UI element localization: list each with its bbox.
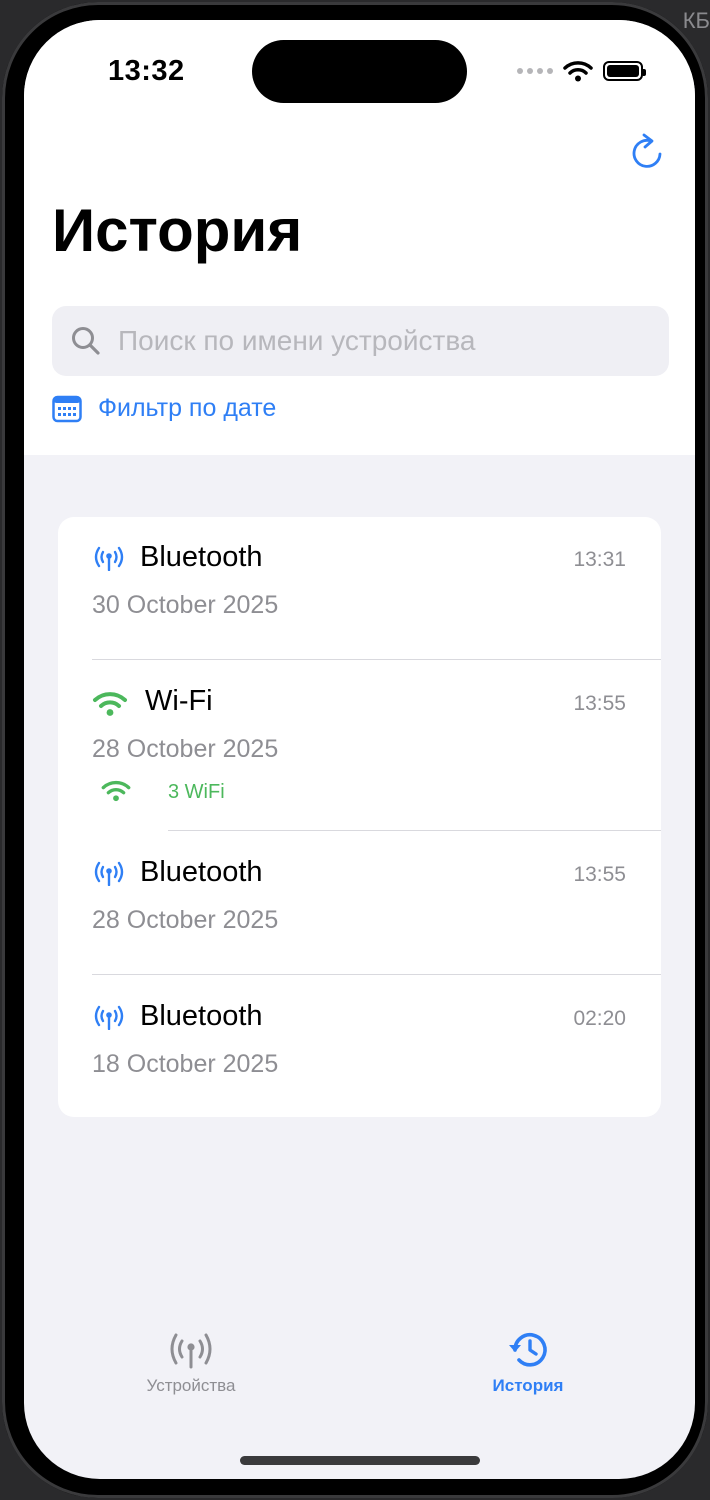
search-icon xyxy=(72,327,100,355)
row-date: 18 October 2025 xyxy=(92,1050,279,1078)
history-row-bluetooth[interactable]: Bluetooth 02:20 18 October 2025 xyxy=(58,975,661,1117)
row-date: 28 October 2025 xyxy=(92,906,279,934)
row-time: 02:20 xyxy=(573,1007,626,1030)
calendar-icon xyxy=(52,395,82,422)
row-title: Bluetooth xyxy=(140,541,263,573)
wifi-network-icon xyxy=(101,780,131,802)
search-input[interactable] xyxy=(116,324,660,358)
history-list: Bluetooth 13:31 30 October 2025 Wi-Fi 13… xyxy=(58,517,661,1117)
battery-icon xyxy=(603,61,646,81)
home-indicator[interactable] xyxy=(240,1456,480,1465)
history-row-bluetooth[interactable]: Bluetooth 13:31 30 October 2025 xyxy=(58,517,661,660)
cellular-signal-icon xyxy=(517,68,553,74)
row-time: 13:31 xyxy=(573,548,626,571)
row-time: 13:55 xyxy=(573,863,626,886)
dynamic-island xyxy=(252,40,467,103)
date-filter-label: Фильтр по дате xyxy=(98,394,277,422)
antenna-icon xyxy=(170,1333,212,1369)
app-screen: 13:32 История Поиск по имени устройства … xyxy=(24,20,695,1479)
row-title: Wi-Fi xyxy=(145,685,213,717)
status-indicators xyxy=(517,60,646,82)
search-bar[interactable] xyxy=(52,306,669,376)
wifi-status-icon xyxy=(563,61,593,82)
bluetooth-antenna-icon xyxy=(94,546,124,571)
date-filter-button[interactable]: Фильтр по дате xyxy=(52,394,276,423)
tab-bar: Устройства История xyxy=(24,1330,695,1430)
header-area: 13:32 История Поиск по имени устройства … xyxy=(24,20,695,455)
wifi-network-count: 3 WiFi xyxy=(168,781,225,803)
refresh-button[interactable] xyxy=(629,132,667,172)
bluetooth-antenna-icon xyxy=(94,1005,124,1030)
phone-frame: 13:32 История Поиск по имени устройства … xyxy=(2,2,708,1498)
row-time: 13:55 xyxy=(573,692,626,715)
history-icon xyxy=(509,1333,547,1367)
tab-devices[interactable]: Устройства xyxy=(91,1330,291,1396)
history-row-wifi[interactable]: Wi-Fi 13:55 28 October 2025 3 WiFi xyxy=(58,660,661,831)
wifi-icon xyxy=(93,692,127,716)
row-date: 28 October 2025 xyxy=(92,735,279,763)
tab-label: Устройства xyxy=(146,1376,236,1395)
status-time: 13:32 xyxy=(108,55,185,87)
tab-label: История xyxy=(492,1376,564,1395)
row-date: 30 October 2025 xyxy=(92,591,279,619)
row-title: Bluetooth xyxy=(140,856,263,888)
history-row-bluetooth[interactable]: Bluetooth 13:55 28 October 2025 xyxy=(58,831,661,975)
bluetooth-antenna-icon xyxy=(94,861,124,886)
row-title: Bluetooth xyxy=(140,1000,263,1032)
page-title: История xyxy=(52,197,303,264)
tab-history[interactable]: История xyxy=(428,1330,628,1396)
